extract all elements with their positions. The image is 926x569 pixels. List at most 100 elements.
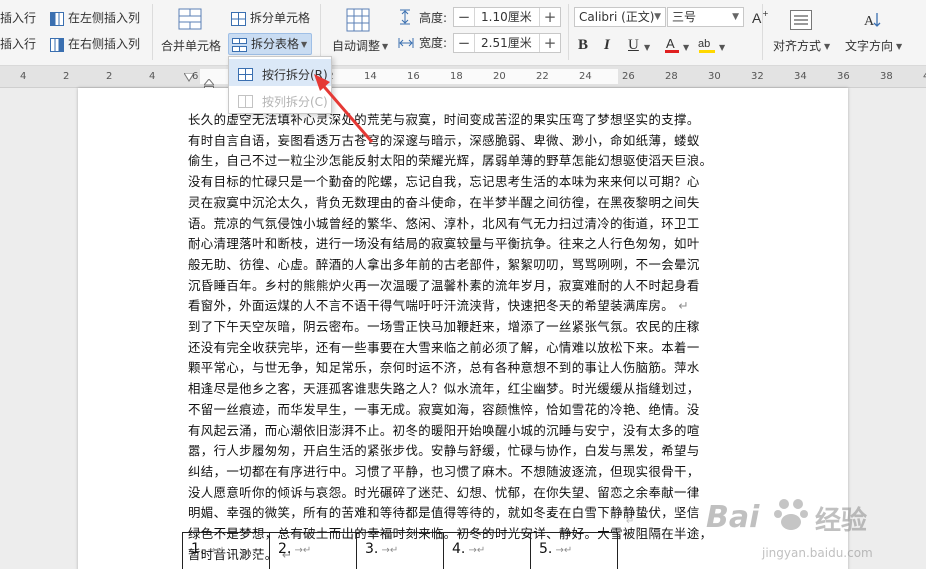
align-button[interactable]: 对齐方式	[773, 39, 821, 53]
table-cell-text: 5.	[539, 541, 553, 557]
text-direction-button[interactable]: 文字方向	[845, 39, 893, 53]
grow-font-icon[interactable]: A +	[752, 9, 769, 26]
text-line: 灵在寂寞中沉沦太久，背负无数理由的奋斗使命，在半梦半醒之间彷徨，在黑夜黎明之间失	[188, 194, 700, 210]
height-label: 高度:	[419, 11, 448, 25]
font-size-value: 三号	[672, 10, 697, 24]
ruler-tick-label: 30	[708, 71, 721, 82]
height-stepper[interactable]: − 1.10厘米 +	[453, 7, 561, 27]
font-name-select[interactable]: Calibri (正文) ▼	[574, 7, 666, 27]
text-line: 还没有完全收获完毕，还有一些事要在大雪来临之前必须了解，心情难以放松下来。本着一	[188, 339, 700, 355]
ruler-tick-label: 26	[622, 71, 635, 82]
ruler-tick-label: 4	[149, 71, 156, 82]
text-line: 没有目标的忙碌只是一个勤奋的陀螺，忘记自我，忘记思考生活的本味为来来何以可期？心	[188, 174, 700, 190]
table-cell[interactable]: 5. →↵	[530, 532, 618, 569]
paragraph-mark-icon: ↵	[674, 298, 690, 314]
text-line: 有风起云涌，而心潮依旧澎湃不止。初冬的暖阳开始唤醒小城的沉睡与安宁，没有太多的喧	[188, 422, 700, 438]
width-increase-button[interactable]: +	[540, 34, 560, 52]
table-cell[interactable]: 3. →↵	[356, 532, 444, 569]
ruler-tick-label: 22	[536, 71, 549, 82]
font-size-select[interactable]: 三号 ▼	[667, 7, 744, 27]
document-body-text[interactable]: 长久的虚空无法填补心灵深处的荒芜与寂寞，时间变成苦涩的果实压弯了梦想坚实的支撑。…	[188, 110, 706, 565]
tab-mark-icon: →↵	[378, 545, 399, 556]
svg-text:A: A	[666, 36, 675, 51]
ribbon-toolbar: 插入行 在左侧插入列 插入行 在右侧插入列 合并单元格 拆分单元格 拆分表格 ▼…	[0, 0, 926, 66]
table-cell[interactable]: 2. →↵	[269, 532, 357, 569]
text-direction-chevron-icon: ▼	[896, 42, 903, 51]
svg-text:A: A	[752, 10, 762, 25]
text-line: 纠结，一切都在有序进行中。习惯了平静，也习惯了麻木。不想随波逐流，但现实很骨干，	[188, 463, 700, 479]
table-cell[interactable]: 1. →↵	[182, 532, 270, 569]
height-increase-button[interactable]: +	[540, 8, 560, 26]
ruler-tick-label: 4	[20, 71, 27, 82]
col-width-icon	[398, 35, 414, 49]
split-table-label: 拆分表格	[251, 37, 300, 51]
highlight-chevron-icon: ▼	[719, 43, 726, 52]
insert-row-above-button[interactable]: 插入行	[0, 11, 36, 25]
auto-fit-button[interactable]: 自动调整	[332, 39, 380, 53]
width-label: 宽度:	[419, 36, 448, 50]
width-decrease-button[interactable]: −	[454, 34, 474, 52]
insert-col-right-button[interactable]: 在右侧插入列	[68, 37, 140, 51]
split-cells-button[interactable]: 拆分单元格	[250, 11, 310, 25]
text-line: 嚣，行人步履匆匆，开启生活的紧张步伐。安静与舒缓，忙碌与协作，白发与黑发，希望与	[188, 443, 700, 459]
ruler-tick-label: 2	[63, 71, 70, 82]
horizontal-ruler[interactable]: 42246810121416182022242628303234363840	[0, 66, 926, 91]
auto-fit-icon	[346, 8, 370, 32]
table-cell-text: 1.	[191, 541, 205, 557]
text-line: 般无助、彷徨、心虚。醉酒的人拿出多年前的古老部件，絮絮叨叨，骂骂咧咧，不一会晕沉	[188, 256, 700, 272]
italic-button[interactable]: I	[604, 37, 610, 54]
height-input[interactable]: 1.10厘米	[474, 8, 540, 26]
bold-button[interactable]: B	[578, 37, 588, 54]
text-direction-icon: A	[862, 10, 882, 30]
svg-text:A: A	[864, 14, 875, 29]
font-color-icon[interactable]: A	[664, 36, 680, 54]
text-line: 到了下午天空灰暗，阴云密布。一场雪正快马加鞭赶来，增添了一丝紧张气氛。农民的庄稼	[188, 319, 700, 335]
tab-mark-icon: →↵	[204, 545, 225, 556]
watermark-url: jingyan.baidu.com	[762, 546, 873, 560]
text-line: 沉昏睡百年。乡村的熊熊炉火再一次温暖了温馨朴素的流年岁月，寂寞难耐的人不时起身看	[188, 277, 700, 293]
ruler-tick-label: 34	[794, 71, 807, 82]
underline-chevron-icon: ▼	[644, 43, 651, 52]
tab-mark-icon: →↵	[552, 545, 573, 556]
insert-col-right-icon	[50, 37, 64, 52]
underline-button[interactable]: U	[628, 37, 639, 54]
insert-col-left-icon	[50, 11, 64, 26]
document-table[interactable]: 1. →↵ 2. →↵ 3. →↵ 4. →↵ 5. →↵	[182, 532, 618, 569]
ruler-tick-label: 6	[192, 71, 199, 82]
highlight-icon[interactable]: ab	[698, 36, 716, 54]
insert-row-below-button[interactable]: 插入行	[0, 37, 36, 51]
table-cell[interactable]: 4. →↵	[443, 532, 531, 569]
font-name-chevron-icon: ▼	[654, 12, 661, 22]
split-row-icon	[238, 66, 253, 81]
text-line: 耐心清理落叶和断枝，进行一场没有结局的寂寞较量与平衡抗争。往来之人行色匆匆，如叶	[188, 236, 700, 252]
table-row: 1. →↵ 2. →↵ 3. →↵ 4. →↵ 5. →↵	[182, 532, 618, 569]
document-page[interactable]: 长久的虚空无法填补心灵深处的荒芜与寂寞，时间变成苦涩的果实压弯了梦想坚实的支撑。…	[78, 88, 848, 569]
merge-cells-button[interactable]: 合并单元格	[161, 39, 221, 53]
insert-col-left-button[interactable]: 在左侧插入列	[68, 11, 140, 25]
merge-cells-icon	[178, 8, 202, 30]
ruler-tick-label: 16	[407, 71, 420, 82]
ruler-tick-label: 38	[880, 71, 893, 82]
watermark-brand-2: 经验	[815, 506, 868, 536]
table-cell-text: 3.	[365, 541, 379, 557]
text-line: 语。荒凉的气氛侵蚀小城曾经的繁华、悠闲、淳朴，北风有气无力扫过清冷的街道，环卫工	[188, 215, 700, 231]
ruler-tick-label: 18	[450, 71, 463, 82]
split-cells-icon	[231, 11, 246, 26]
text-line: 偷生，自己不过一粒尘沙怎能反射太阳的荣耀光辉，孱弱单薄的野草怎能幻想驱使滔天巨浪…	[188, 153, 706, 169]
left-indent-marker[interactable]	[202, 76, 216, 91]
ruler-tick-label: 36	[837, 71, 850, 82]
height-decrease-button[interactable]: −	[454, 8, 474, 26]
text-line: 有时自言自语，妄图看透万古苍穹的深邃与暗示，深感脆弱、卑微、渺小，命如纸薄，蝼蚁	[188, 132, 700, 148]
font-name-value: Calibri (正文)	[579, 10, 655, 24]
svg-text:ab: ab	[698, 38, 710, 50]
ruler-tick-label: 24	[579, 71, 592, 82]
text-line: 看窗外，外面运煤的人不言不语干得气喘吁吁汗流浃背，快速把冬天的希望装满库房。 ↵	[188, 298, 690, 314]
width-input[interactable]: 2.51厘米	[474, 34, 540, 52]
ruler-tick-label: 32	[751, 71, 764, 82]
width-stepper[interactable]: − 2.51厘米 +	[453, 33, 561, 53]
table-cell-text: 4.	[452, 541, 466, 557]
align-icon	[790, 10, 812, 30]
watermark-brand: Bai	[706, 500, 760, 535]
tab-mark-icon: →↵	[465, 545, 486, 556]
font-size-chevron-icon: ▼	[732, 12, 739, 22]
